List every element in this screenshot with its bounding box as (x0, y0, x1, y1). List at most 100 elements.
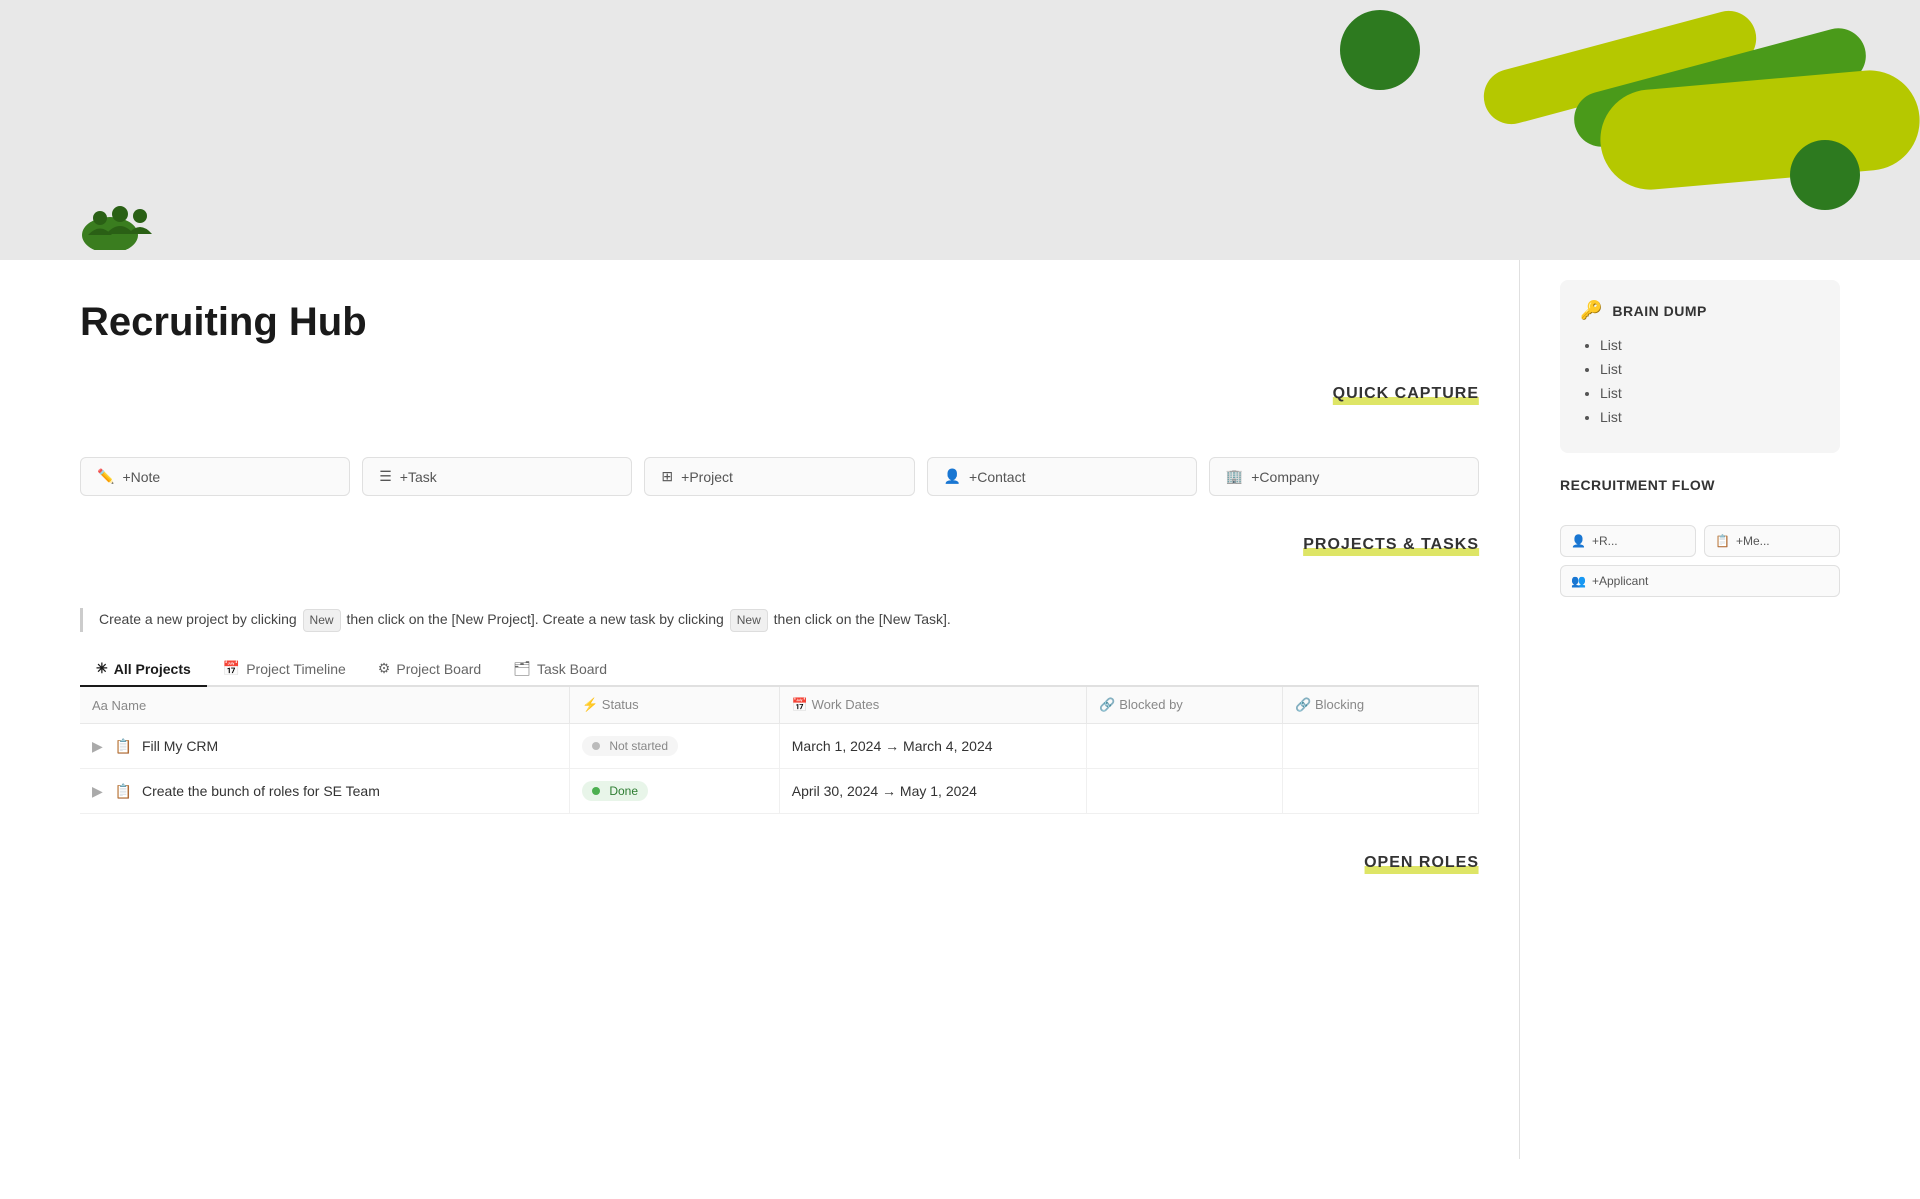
aa-icon: Aa (92, 698, 112, 713)
th-work-dates: 📅 Work Dates (779, 687, 1087, 724)
recruitment-flow-section: RECRUITMENT FLOW 👤 +R... 📋 +Me... 👥 +App… (1560, 477, 1840, 597)
calendar-icon-dates: 📅 (792, 697, 812, 712)
row2-status-label: Done (609, 784, 638, 798)
add-role-icon: 👤 (1571, 534, 1586, 548)
page-title: Recruiting Hub (80, 300, 1479, 345)
row2-name-cell: ▶ 📋 Create the bunch of roles for SE Tea… (80, 769, 569, 814)
snowflake-icon: ✳ (96, 660, 108, 677)
th-blocking: 🔗 Blocking (1283, 687, 1479, 724)
instruction-text-1: Create a new project by clicking (99, 611, 297, 627)
projects-tasks-section: PROJECTS & TASKS (80, 536, 1479, 578)
row1-dates-label: March 1, 2024 → March 4, 2024 (792, 738, 993, 754)
row1-dates-cell: March 1, 2024 → March 4, 2024 (779, 724, 1087, 769)
row2-status-dot (592, 787, 600, 795)
deco-circle-2 (1790, 140, 1860, 210)
tab-task-board[interactable]: 🗂 Task Board (497, 652, 623, 687)
tab-project-board[interactable]: ⚙ Project Board (362, 652, 497, 687)
task-label: +Task (400, 469, 437, 485)
brain-dump-item-2: List (1600, 361, 1820, 377)
open-roles-section-wrap: OPEN ROLES (80, 854, 1479, 896)
contact-icon: 👤 (944, 468, 961, 485)
add-meeting-button[interactable]: 📋 +Me... (1704, 525, 1840, 557)
row2-status-badge[interactable]: Done (582, 781, 648, 801)
th-blocked-by-label: Blocked by (1119, 697, 1183, 712)
add-meeting-label: +Me... (1736, 534, 1770, 548)
contact-button[interactable]: 👤 +Contact (927, 457, 1197, 496)
row2-expand-icon[interactable]: ▶ (92, 783, 103, 799)
instruction-text-3: then click on the [New Task]. (774, 611, 951, 627)
logo-svg (80, 190, 200, 250)
add-applicant-button[interactable]: 👥 +Applicant (1560, 565, 1840, 597)
add-role-button[interactable]: 👤 +R... (1560, 525, 1696, 557)
link-icon-blocking: 🔗 (1295, 697, 1315, 712)
right-column: 🔑 BRAIN DUMP List List List List RECRUIT… (1560, 260, 1840, 1159)
project-button[interactable]: ⊞ +Project (644, 457, 914, 496)
row2-name-label: Create the bunch of roles for SE Team (142, 783, 380, 799)
brain-dump-item-4: List (1600, 409, 1820, 425)
add-role-label: +R... (1592, 534, 1618, 548)
note-button[interactable]: ✏️ +Note (80, 457, 350, 496)
projects-table: Aa Name ⚡ Status 📅 Work Dates 🔗 Blocked … (80, 687, 1479, 814)
tab-all-projects[interactable]: ✳ All Projects (80, 652, 207, 687)
row1-status-label: Not started (609, 739, 668, 753)
brain-dump-item-3: List (1600, 385, 1820, 401)
row1-project-icon: 📋 (115, 738, 132, 754)
status-icon: ⚡ (582, 697, 602, 712)
row1-blocked-cell (1087, 724, 1283, 769)
note-label: +Note (122, 469, 160, 485)
company-label: +Company (1251, 469, 1319, 485)
tab-project-timeline-label: Project Timeline (246, 661, 346, 677)
tabs-row: ✳ All Projects 📅 Project Timeline ⚙ Proj… (80, 652, 1479, 687)
row1-status-badge[interactable]: Not started (582, 736, 678, 756)
th-status-label: Status (602, 697, 639, 712)
instruction-block: Create a new project by clicking New the… (80, 608, 1479, 632)
new-badge-1: New (303, 609, 341, 632)
th-blocking-label: Blocking (1315, 697, 1364, 712)
grid-icon-task: 🗂 (513, 660, 531, 677)
row1-expand-icon[interactable]: ▶ (92, 738, 103, 754)
th-blocked-by: 🔗 Blocked by (1087, 687, 1283, 724)
tab-project-board-label: Project Board (396, 661, 481, 677)
row2-blocked-cell (1087, 769, 1283, 814)
open-roles-section: OPEN ROLES (80, 854, 1479, 896)
brain-dump-header: 🔑 BRAIN DUMP (1580, 300, 1820, 321)
table-row: ▶ 📋 Create the bunch of roles for SE Tea… (80, 769, 1479, 814)
row2-dates-cell: April 30, 2024 → May 1, 2024 (779, 769, 1087, 814)
task-icon: ☰ (379, 468, 392, 485)
company-button[interactable]: 🏢 +Company (1209, 457, 1479, 496)
pencil-icon: ✏️ (97, 468, 114, 485)
instruction-text-2: then click on the [New Project]. Create … (346, 611, 723, 627)
row1-blocking-cell (1283, 724, 1479, 769)
quick-capture-section: QUICK CAPTURE (80, 385, 1479, 427)
task-button[interactable]: ☰ +Task (362, 457, 632, 496)
recruitment-flow-heading: RECRUITMENT FLOW (1560, 477, 1715, 493)
tab-project-timeline[interactable]: 📅 Project Timeline (207, 652, 362, 687)
row1-status-dot (592, 742, 600, 750)
brain-dump-icon: 🔑 (1580, 300, 1602, 321)
th-status: ⚡ Status (569, 687, 779, 724)
calendar-icon-timeline: 📅 (223, 660, 240, 677)
row2-status-cell: Done (569, 769, 779, 814)
th-work-dates-label: Work Dates (812, 697, 880, 712)
row1-status-cell: Not started (569, 724, 779, 769)
brain-dump-list: List List List List (1580, 337, 1820, 425)
row2-project-icon: 📋 (115, 783, 132, 799)
page-logo (80, 190, 200, 250)
content-divider (1519, 260, 1520, 1159)
quick-capture-heading: QUICK CAPTURE (1333, 385, 1479, 403)
header-banner (0, 0, 1920, 260)
th-name: Aa Name (80, 687, 569, 724)
row2-blocking-cell (1283, 769, 1479, 814)
new-badge-2: New (730, 609, 768, 632)
add-meeting-icon: 📋 (1715, 534, 1730, 548)
brain-dump-card: 🔑 BRAIN DUMP List List List List (1560, 280, 1840, 453)
deco-circle-1 (1340, 10, 1420, 90)
brain-dump-title: BRAIN DUMP (1612, 303, 1706, 319)
company-icon: 🏢 (1226, 468, 1243, 485)
open-roles-heading: OPEN ROLES (1364, 854, 1479, 872)
row2-dates-label: April 30, 2024 → May 1, 2024 (792, 783, 977, 799)
tab-task-board-label: Task Board (537, 661, 607, 677)
th-name-label: Name (112, 698, 147, 713)
gear-icon-board: ⚙ (378, 660, 391, 677)
project-icon: ⊞ (661, 468, 673, 485)
